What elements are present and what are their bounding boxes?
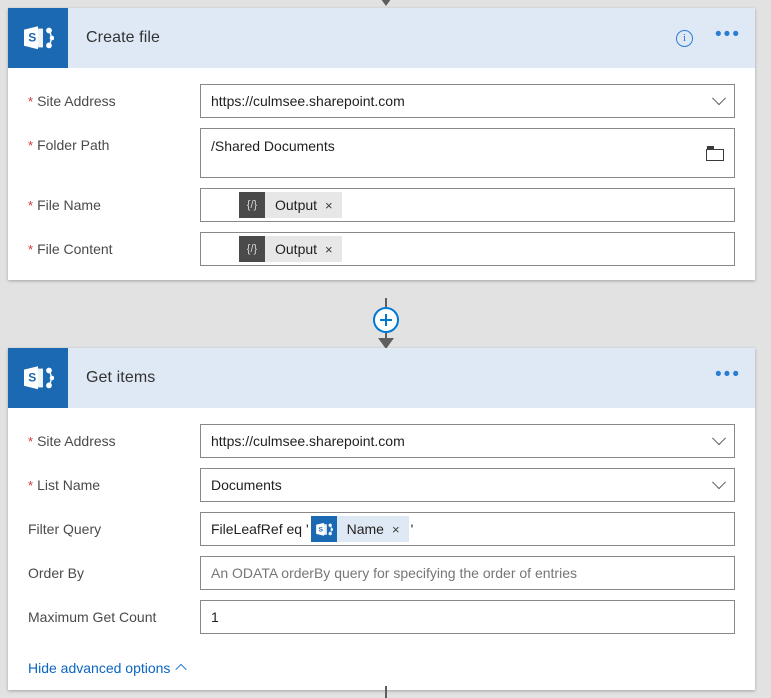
field-label-text: Folder Path [37, 137, 110, 153]
field-label-order-by: Order By [28, 556, 200, 581]
required-asterisk: * [28, 434, 34, 449]
filter-query-prefix: FileLeafRef eq ' [211, 521, 309, 537]
field-wrap-folder-path: /Shared Documents [200, 128, 735, 178]
field-wrap-file-content: {/} Output × [200, 232, 735, 266]
field-label-maximum-get-count: Maximum Get Count [28, 600, 200, 625]
sharepoint-icon: S [8, 348, 68, 408]
maximum-get-count-input[interactable]: 1 [200, 600, 735, 634]
field-wrap-file-name: {/} Output × [200, 188, 735, 222]
folder-path-input[interactable]: /Shared Documents [200, 128, 735, 178]
card-body: * Site Address https://culmsee.sharepoin… [8, 408, 755, 690]
file-content-input[interactable]: {/} Output × [200, 232, 735, 266]
field-row-filter-query: Filter Query FileLeafRef eq ' S Name × ' [28, 512, 735, 546]
card-header[interactable]: S Create file i ••• [8, 8, 755, 68]
site-address-input[interactable]: https://culmsee.sharepoint.com [200, 424, 735, 458]
list-name-input[interactable]: Documents [200, 468, 735, 502]
token-chip-output[interactable]: {/} Output × [239, 236, 342, 262]
svg-text:S: S [28, 370, 36, 384]
connector-middle [0, 298, 771, 349]
connector-bottom [0, 686, 771, 698]
field-wrap-site-address: https://culmsee.sharepoint.com [200, 84, 735, 118]
field-label-file-content: * File Content [28, 232, 200, 258]
required-asterisk: * [28, 138, 34, 153]
svg-text:S: S [318, 526, 323, 533]
field-label-site-address: * Site Address [28, 84, 200, 110]
field-label-text: File Name [37, 197, 101, 213]
field-label-filter-query: Filter Query [28, 512, 200, 537]
token-label: Name [346, 521, 384, 537]
field-row-file-name: * File Name {/} Output × [28, 188, 735, 222]
field-label-text: Order By [28, 565, 85, 581]
action-card-create-file[interactable]: S Create file i ••• * Site Address https… [8, 8, 755, 280]
hide-advanced-options-label: Hide advanced options [28, 660, 171, 676]
token-chip-output[interactable]: {/} Output × [239, 192, 342, 218]
sharepoint-icon: S [310, 516, 337, 542]
card-header-actions: ••• [715, 348, 741, 408]
connector-line [384, 686, 387, 698]
token-remove-icon[interactable]: × [325, 242, 342, 257]
field-label-text: List Name [37, 477, 101, 493]
overflow-menu-icon[interactable]: ••• [715, 25, 741, 46]
expression-icon: {/} [239, 192, 265, 218]
information-icon[interactable]: i [676, 29, 694, 47]
token-remove-icon[interactable]: × [325, 198, 342, 213]
file-name-input[interactable]: {/} Output × [200, 188, 735, 222]
order-by-input[interactable]: An ODATA orderBy query for specifying th… [200, 556, 735, 590]
field-label-text: Maximum Get Count [28, 609, 157, 625]
card-header-actions: i ••• [676, 8, 741, 68]
add-step-button[interactable] [372, 307, 399, 333]
overflow-menu-icon[interactable]: ••• [715, 365, 741, 386]
filter-query-input[interactable]: FileLeafRef eq ' S Name × ' [200, 512, 735, 546]
required-asterisk: * [28, 198, 34, 213]
expression-icon: {/} [239, 236, 265, 262]
action-card-get-items[interactable]: S Get items ••• * Site Address https://c… [8, 348, 755, 690]
arrow-down-icon [377, 0, 394, 6]
card-title: Get items [86, 369, 156, 386]
field-row-site-address: * Site Address https://culmsee.sharepoin… [28, 424, 735, 458]
field-row-list-name: * List Name Documents [28, 468, 735, 502]
field-label-text: Site Address [37, 93, 116, 109]
required-asterisk: * [28, 242, 34, 257]
field-label-text: File Content [37, 241, 113, 257]
field-row-maximum-get-count: Maximum Get Count 1 [28, 600, 735, 634]
field-row-site-address: * Site Address https://culmsee.sharepoin… [28, 84, 735, 118]
required-asterisk: * [28, 94, 34, 109]
required-asterisk: * [28, 478, 34, 493]
field-wrap-list-name: Documents [200, 468, 735, 502]
token-remove-icon[interactable]: × [392, 522, 409, 537]
token-label: Output [275, 241, 318, 257]
field-label-text: Site Address [37, 433, 116, 449]
token-label: Output [275, 197, 318, 213]
field-wrap-filter-query: FileLeafRef eq ' S Name × ' [200, 512, 735, 546]
field-label-site-address: * Site Address [28, 424, 200, 450]
field-label-text: Filter Query [28, 521, 102, 537]
card-body: * Site Address https://culmsee.sharepoin… [8, 68, 755, 280]
field-wrap-maximum-get-count: 1 [200, 600, 735, 634]
card-header[interactable]: S Get items ••• [8, 348, 755, 408]
field-label-folder-path: * Folder Path [28, 128, 200, 154]
field-label-file-name: * File Name [28, 188, 200, 214]
site-address-input[interactable]: https://culmsee.sharepoint.com [200, 84, 735, 118]
sharepoint-icon: S [8, 8, 68, 68]
field-row-folder-path: * Folder Path /Shared Documents [28, 128, 735, 178]
connector-top [0, 0, 771, 6]
filter-query-suffix: ' [410, 521, 414, 537]
connector-line [384, 298, 387, 307]
chevron-up-icon [175, 663, 188, 676]
field-row-file-content: * File Content {/} Output × [28, 232, 735, 266]
token-chip-name[interactable]: S Name × [310, 516, 409, 542]
hide-advanced-options-link[interactable]: Hide advanced options [28, 660, 188, 676]
card-title: Create file [86, 29, 161, 46]
field-row-order-by: Order By An ODATA orderBy query for spec… [28, 556, 735, 590]
field-wrap-order-by: An ODATA orderBy query for specifying th… [200, 556, 735, 590]
field-label-list-name: * List Name [28, 468, 200, 494]
svg-text:S: S [28, 30, 36, 44]
field-wrap-site-address: https://culmsee.sharepoint.com [200, 424, 735, 458]
